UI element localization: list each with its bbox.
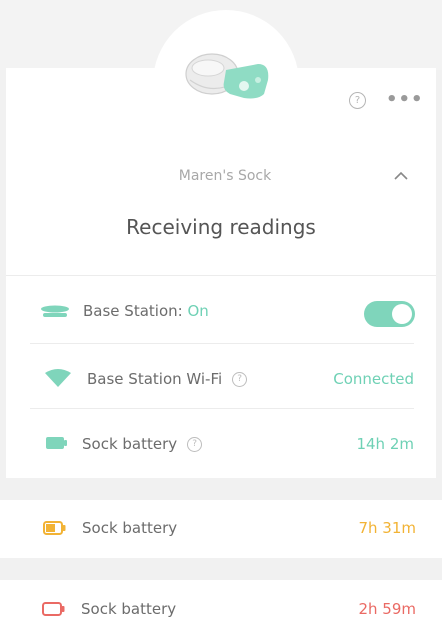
divider (30, 343, 414, 344)
battery-full-icon (46, 437, 67, 449)
divider (6, 275, 436, 276)
more-options-button[interactable]: ••• (386, 90, 424, 110)
reading-status: Receiving readings (126, 215, 316, 239)
base-station-label: Base Station: On (83, 302, 209, 320)
base-station-state: On (187, 302, 209, 320)
help-icon[interactable]: ? (349, 92, 366, 109)
battery-card-value: 7h 31m (358, 519, 416, 537)
wifi-status: Connected (333, 370, 414, 388)
chevron-up-icon[interactable] (393, 170, 409, 182)
divider (30, 408, 414, 409)
wifi-icon (45, 369, 71, 387)
wifi-help-icon[interactable]: ? (232, 372, 248, 387)
sock-battery-value: 14h 2m (356, 435, 414, 453)
battery-card-value: 2h 59m (358, 600, 416, 618)
battery-card-label: Sock battery (82, 519, 178, 537)
battery-half-icon (43, 521, 66, 535)
battery-card-medium: Sock battery 7h 31m (0, 500, 442, 558)
toggle-knob (392, 304, 412, 324)
base-station-toggle[interactable] (364, 301, 415, 327)
battery-low-icon (42, 602, 65, 616)
battery-card-label: Sock battery (81, 600, 177, 618)
battery-help-icon[interactable]: ? (187, 437, 203, 452)
sock-name: Maren's Sock (178, 168, 272, 184)
sock-battery-label: Sock battery? (82, 435, 203, 453)
battery-card-low: Sock battery 2h 59m (0, 580, 442, 642)
base-station-icon (41, 305, 69, 317)
wifi-label: Base Station Wi-Fi? (87, 370, 248, 388)
sock-device-icon (185, 53, 269, 99)
